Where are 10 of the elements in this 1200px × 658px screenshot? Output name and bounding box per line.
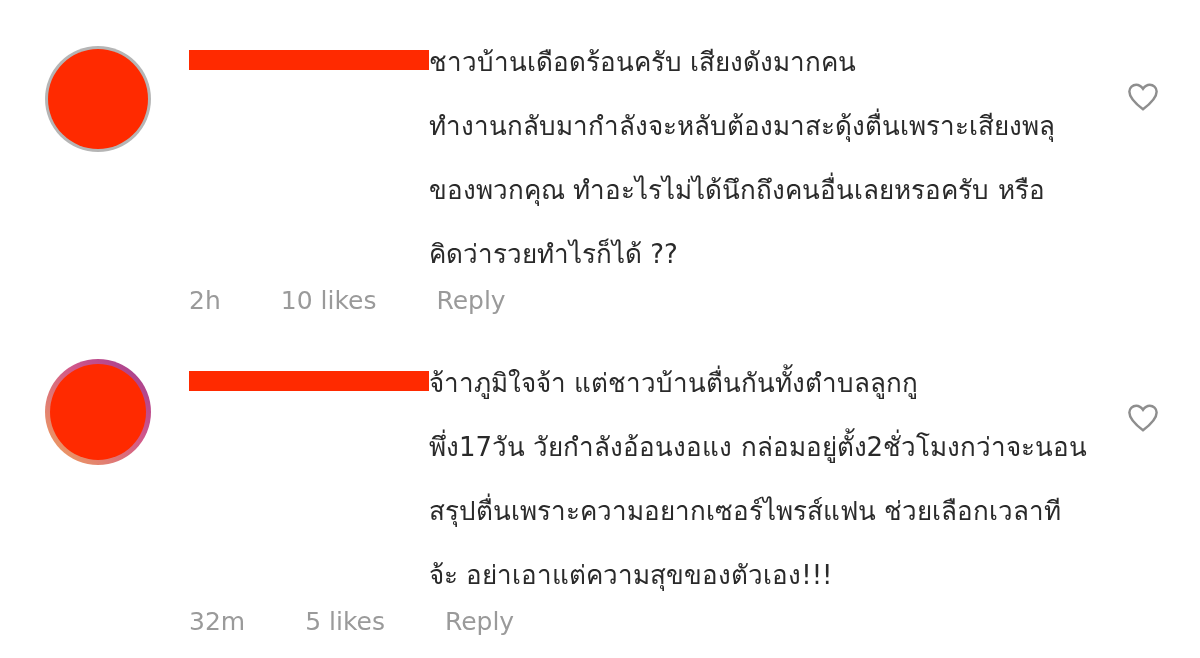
likes-count[interactable]: 10 likes [280, 286, 377, 315]
reply-link[interactable]: Reply [436, 286, 506, 315]
comment-time: 32m [189, 607, 246, 636]
comment-time: 2h [189, 286, 221, 315]
comment-text: ชาวบ้านเดือดร้อนครับ เสียงดังมากคน ทำงานกลับมากำลังจะหลับต้องมาสะดุ้งตื่นเพราะเสียงพลุ ของพวกคุณ ทำอะไรไม่ได้นึกถึงคนอื่นเลยหรอครับ หรือ คิดว่ารวยทำไรก็ได้ ?? [429, 46, 1055, 271]
reply-link[interactable]: Reply [444, 607, 515, 636]
heart-icon[interactable] [1126, 82, 1160, 112]
comment-text: จ้าาภูมิใจจ้า แต่ชาวบ้านตื่นกันทั้งตำบลลูกกู พึ่ง17วัน วัยกำลังอ้อนงอแง กล่อมอยู่ตั้ง2ชั่วโมงกว่าจะนอน สรุปตื่นเพราะความอยากเซอร์ไพรส์แฟน ช่วยเลือกเวลาที จ้ะ อย่าเอาแต่ความสุขของตัวเอง!!! [429, 351, 1088, 607]
likes-count[interactable]: 5 likes [305, 607, 385, 636]
heart-icon[interactable] [1126, 403, 1160, 433]
